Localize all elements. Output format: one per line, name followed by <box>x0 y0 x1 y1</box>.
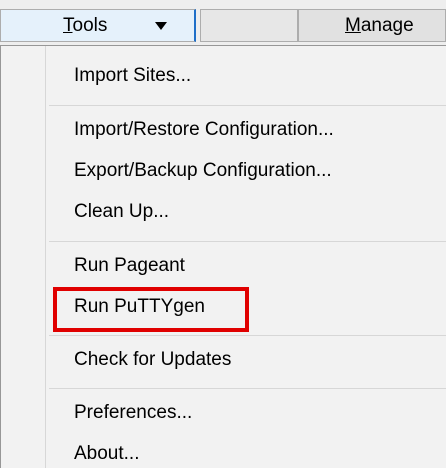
tools-menu-button[interactable]: Tools <box>0 9 196 42</box>
menu-separator <box>49 241 446 242</box>
menu-item-about[interactable]: About... <box>1 434 446 468</box>
tools-button-label: Tools <box>63 15 108 36</box>
menu-item-label: About... <box>74 443 140 464</box>
menu-item-import-restore-configuration[interactable]: Import/Restore Configuration... <box>1 110 446 150</box>
menu-item-label: Export/Backup Configuration... <box>74 160 332 181</box>
menu-item-preferences[interactable]: Preferences... <box>1 393 446 433</box>
manage-menu-button[interactable]: Manage <box>298 9 446 42</box>
menu-item-label: Import/Restore Configuration... <box>74 119 334 140</box>
menu-item-run-pageant[interactable]: Run Pageant <box>1 246 446 286</box>
toolbar: Tools Manage <box>0 0 446 46</box>
menu-item-label: Run Pageant <box>74 255 185 276</box>
menu-separator <box>49 388 446 389</box>
menu-item-export-backup-configuration[interactable]: Export/Backup Configuration... <box>1 151 446 191</box>
screen: Tools Manage Import Sites... Import/Rest… <box>0 0 446 468</box>
highlight-box <box>53 287 249 332</box>
dropdown-arrow-icon <box>155 22 167 30</box>
menu-separator <box>49 335 446 336</box>
manage-button-label: Manage <box>345 15 414 36</box>
toolbar-blank-button[interactable] <box>200 9 298 42</box>
menu-item-label: Import Sites... <box>74 65 192 86</box>
menu-separator <box>49 105 446 106</box>
menu-item-clean-up[interactable]: Clean Up... <box>1 192 446 232</box>
tools-dropdown-menu: Import Sites... Import/Restore Configura… <box>0 45 446 468</box>
menu-item-check-for-updates[interactable]: Check for Updates <box>1 340 446 380</box>
menu-item-label: Clean Up... <box>74 201 170 222</box>
menu-item-import-sites[interactable]: Import Sites... <box>1 56 446 96</box>
menu-item-label: Preferences... <box>74 402 193 423</box>
menu-item-label: Check for Updates <box>74 349 232 370</box>
